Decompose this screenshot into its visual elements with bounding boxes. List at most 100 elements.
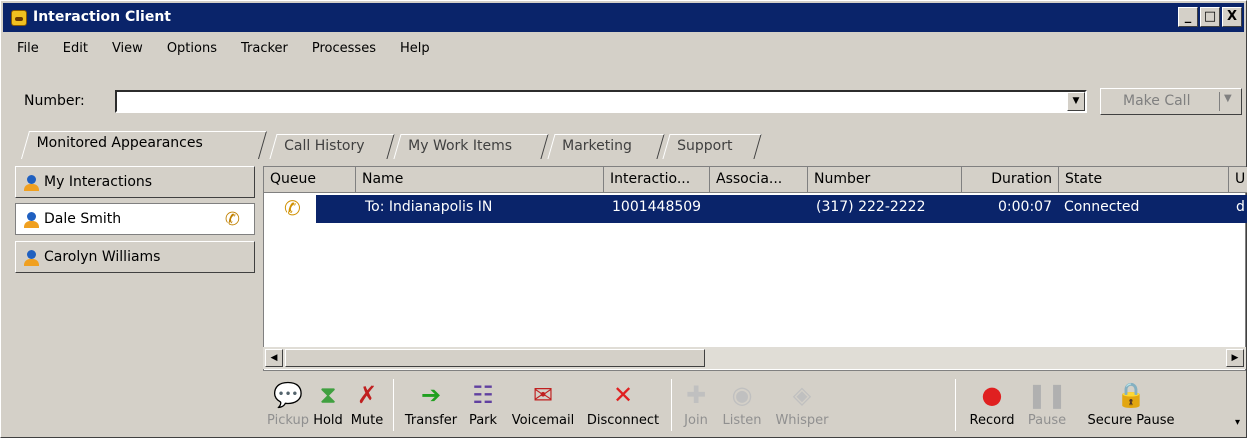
microphone-mute-icon: ✗ — [356, 381, 378, 409]
column-queue[interactable]: Queue — [264, 167, 356, 193]
tab-label: Support — [677, 138, 733, 154]
chevron-down-icon[interactable]: ▼ — [1224, 93, 1232, 104]
cell-duration: 0:00:07 — [998, 199, 1052, 215]
button-label: Listen — [722, 413, 762, 428]
sidebar-item-carolyn-williams[interactable]: Carolyn Williams — [15, 241, 255, 273]
call-handset-icon: ✆ — [284, 196, 301, 220]
tab-my-work-items[interactable]: My Work Items — [393, 134, 549, 159]
pickup-button[interactable]: 💬 Pickup — [267, 373, 309, 437]
sidebar-item-my-interactions[interactable]: My Interactions — [15, 166, 255, 198]
menu-file[interactable]: File — [3, 39, 51, 61]
button-label: Secure Pause — [1087, 413, 1175, 428]
chevron-down-icon: ▼ — [1072, 96, 1080, 106]
cell-user: d — [1236, 199, 1245, 215]
button-label: Park — [468, 413, 498, 428]
disconnect-icon: ✕ — [612, 381, 634, 409]
user-icon — [22, 211, 40, 229]
tab-label: Call History — [284, 138, 365, 154]
tab-call-history[interactable]: Call History — [269, 134, 395, 159]
menu-edit[interactable]: Edit — [51, 39, 100, 61]
cell-interaction: 1001448509 — [612, 199, 702, 215]
phone-handset-icon: ✆ — [224, 209, 240, 230]
listen-button[interactable]: ◉ Listen — [717, 373, 767, 437]
button-label: Pause — [1027, 413, 1067, 428]
menu-help[interactable]: Help — [388, 39, 442, 61]
user-icon — [22, 174, 40, 192]
sidebar-item-label: Dale Smith — [44, 211, 122, 227]
transfer-icon: ➔ — [420, 381, 442, 409]
pickup-icon: 💬 — [273, 381, 303, 409]
close-button[interactable]: X — [1222, 7, 1242, 27]
tab-marketing[interactable]: Marketing — [547, 134, 665, 159]
column-number[interactable]: Number — [808, 167, 962, 193]
menu-processes[interactable]: Processes — [300, 39, 388, 61]
cell-name: To: Indianapolis IN — [365, 199, 493, 215]
sidebar-item-label: Carolyn Williams — [44, 249, 161, 265]
table-header: Queue Name Interactio... Associa... Numb… — [264, 167, 1247, 193]
make-call-button[interactable]: Make Call ▼ — [1100, 88, 1242, 115]
disconnect-button[interactable]: ✕ Disconnect — [581, 373, 665, 437]
menu-tracker[interactable]: Tracker — [229, 39, 300, 61]
menu-view[interactable]: View — [100, 39, 155, 61]
cell-number: (317) 222-2222 — [816, 199, 926, 215]
minimize-button[interactable]: _ — [1178, 7, 1198, 27]
secure-pause-icon: 🔒 — [1116, 381, 1146, 409]
tab-monitored-appearances[interactable]: Monitored Appearances — [20, 131, 268, 159]
secure-pause-button[interactable]: 🔒 Secure Pause — [1075, 373, 1187, 437]
scroll-right-button[interactable]: ▶ — [1226, 349, 1244, 367]
whisper-button[interactable]: ◈ Whisper — [771, 373, 833, 437]
divider — [393, 379, 394, 431]
number-dropdown-button[interactable]: ▼ — [1067, 92, 1085, 111]
number-bar: Number: ▼ Make Call ▼ — [1, 85, 1247, 115]
tab-label: Monitored Appearances — [36, 135, 203, 151]
listen-icon: ◉ — [731, 381, 753, 409]
button-label: Pickup — [267, 413, 309, 428]
pause-icon: ❚❚ — [1026, 381, 1068, 409]
make-call-label: Make Call — [1123, 93, 1191, 109]
button-label: Voicemail — [511, 413, 575, 428]
park-button[interactable]: ☷ Park — [461, 373, 505, 437]
title-bar[interactable]: Interaction Client _ □ X — [3, 3, 1244, 32]
voicemail-button[interactable]: ✉ Voicemail — [507, 373, 579, 437]
pause-button[interactable]: ❚❚ Pause — [1021, 373, 1073, 437]
number-input[interactable] — [115, 90, 1087, 113]
button-label: Transfer — [404, 413, 458, 428]
join-icon: ✚ — [685, 381, 707, 409]
join-button[interactable]: ✚ Join — [677, 373, 715, 437]
window-title: Interaction Client — [33, 9, 171, 25]
column-name[interactable]: Name — [356, 167, 604, 193]
button-label: Disconnect — [586, 413, 660, 428]
horizontal-scrollbar[interactable]: ◀ ▶ — [263, 347, 1246, 369]
button-label: Record — [969, 413, 1015, 428]
maximize-button[interactable]: □ — [1200, 7, 1220, 27]
column-association[interactable]: Associa... — [710, 167, 808, 193]
column-interaction[interactable]: Interactio... — [604, 167, 710, 193]
column-duration[interactable]: Duration — [962, 167, 1059, 193]
button-label: Whisper — [775, 413, 829, 428]
tab-support[interactable]: Support — [662, 134, 762, 159]
mute-button[interactable]: ✗ Mute — [347, 373, 387, 437]
column-state[interactable]: State — [1059, 167, 1229, 193]
voicemail-icon: ✉ — [532, 381, 554, 409]
user-icon — [22, 249, 40, 267]
number-label: Number: — [24, 93, 85, 109]
column-user[interactable]: U — [1229, 167, 1247, 193]
transfer-button[interactable]: ➔ Transfer — [401, 373, 461, 437]
phone-app-icon — [11, 10, 27, 26]
whisper-icon: ◈ — [792, 381, 812, 409]
scroll-thumb[interactable] — [285, 349, 705, 367]
divider — [671, 379, 672, 431]
record-button[interactable]: ● Record — [963, 373, 1021, 437]
hourglass-icon: ⧗ — [319, 381, 337, 409]
menu-options[interactable]: Options — [155, 39, 229, 61]
tab-label: My Work Items — [408, 138, 513, 154]
app-window: Interaction Client _ □ X File Edit View … — [0, 0, 1247, 438]
scroll-left-button[interactable]: ◀ — [265, 349, 283, 367]
table-row[interactable]: ✆ To: Indianapolis IN 1001448509 (317) 2… — [264, 195, 1247, 223]
tab-strip: Monitored Appearances Call History My Wo… — [1, 131, 1247, 159]
hold-button[interactable]: ⧗ Hold — [311, 373, 345, 437]
button-label: Mute — [350, 413, 384, 428]
toolbar-overflow-icon[interactable]: ▾ — [1235, 417, 1240, 428]
divider — [955, 379, 956, 431]
sidebar-item-dale-smith[interactable]: Dale Smith ✆ — [15, 203, 255, 235]
